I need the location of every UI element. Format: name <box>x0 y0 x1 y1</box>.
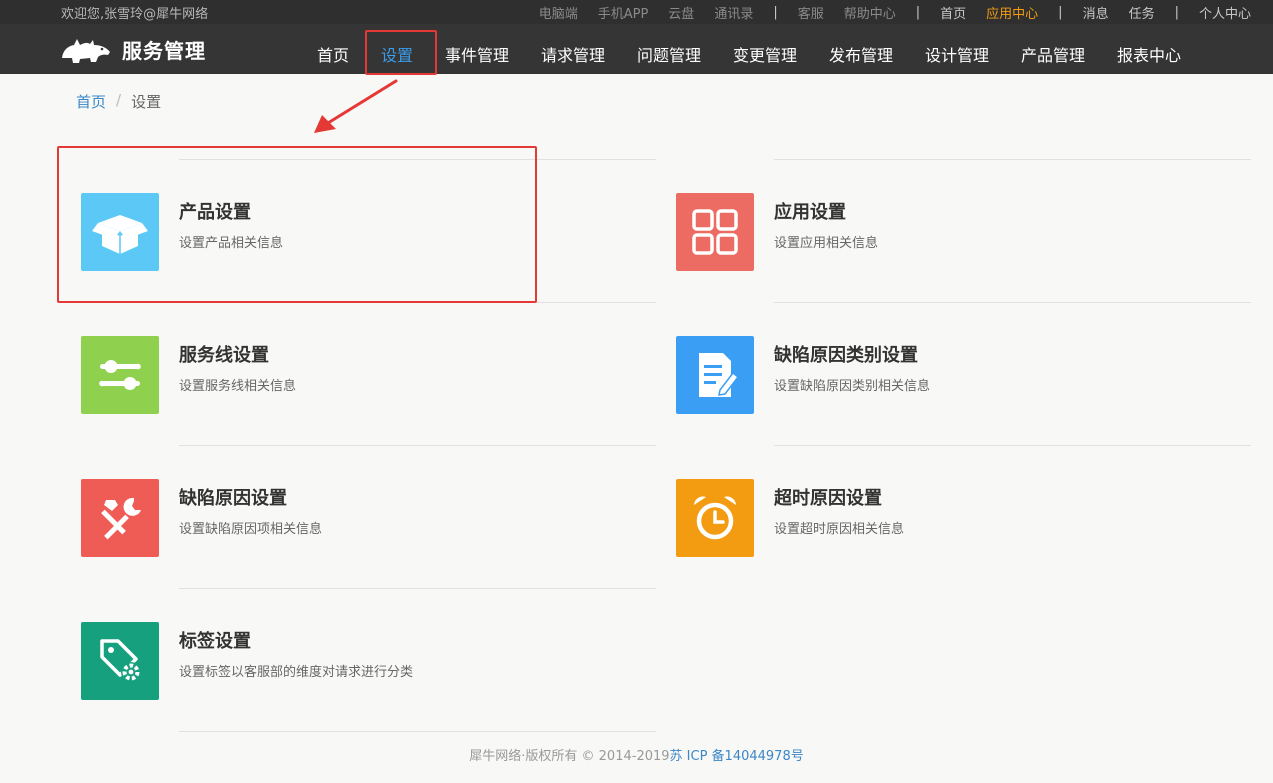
divider <box>774 302 1251 303</box>
settings-card-defect-cause[interactable]: 缺陷原因设置 设置缺陷原因项相关信息 <box>81 445 681 579</box>
main-navbar: 服务管理 首页 设置 事件管理 请求管理 问题管理 变更管理 发布管理 设计管理… <box>0 24 1273 74</box>
top-link-messages[interactable]: 消息 <box>1083 3 1109 22</box>
breadcrumb-current: 设置 <box>131 93 162 111</box>
box-icon <box>92 215 148 254</box>
top-link-mobile-app[interactable]: 手机APP <box>598 3 649 22</box>
top-separator: | <box>915 5 921 20</box>
defect-cause-settings-tile[interactable] <box>81 479 159 557</box>
divider <box>179 445 656 446</box>
settings-card-product[interactable]: 产品设置 设置产品相关信息 <box>81 159 681 293</box>
nav-item-product-management[interactable]: 产品管理 <box>1021 42 1085 66</box>
welcome-text: 欢迎您,张雪玲@犀牛网络 <box>61 7 209 22</box>
divider <box>774 445 1251 446</box>
rhino-logo-icon <box>62 38 110 63</box>
card-title: 服务线设置 <box>179 345 269 366</box>
sliders-icon <box>99 360 141 390</box>
divider <box>179 588 656 589</box>
nav-item-request-management[interactable]: 请求管理 <box>541 42 605 66</box>
card-title: 缺陷原因设置 <box>179 488 287 509</box>
settings-card-defect-cause-category[interactable]: 缺陷原因类别设置 设置缺陷原因类别相关信息 <box>676 302 1273 436</box>
card-title: 标签设置 <box>179 631 251 652</box>
nav-item-problem-management[interactable]: 问题管理 <box>637 42 701 66</box>
card-description: 设置缺陷原因项相关信息 <box>179 522 323 537</box>
nav-item-incident-management[interactable]: 事件管理 <box>445 42 509 66</box>
nav-item-home[interactable]: 首页 <box>317 42 349 66</box>
grid-icon <box>692 209 738 255</box>
product-settings-tile[interactable] <box>81 193 159 271</box>
top-link-help-center[interactable]: 帮助中心 <box>844 3 896 22</box>
alarm-clock-icon <box>694 496 736 540</box>
app-title: 服务管理 <box>122 39 206 63</box>
card-title: 缺陷原因类别设置 <box>774 345 918 366</box>
nav-item-settings[interactable]: 设置 <box>381 42 413 66</box>
divider <box>179 731 656 732</box>
card-title: 应用设置 <box>774 202 846 223</box>
divider <box>774 159 1251 160</box>
top-link-pc[interactable]: 电脑端 <box>539 3 578 22</box>
annotation-arrow-icon <box>314 79 398 133</box>
nav-item-change-management[interactable]: 变更管理 <box>733 42 797 66</box>
footer-copyright: 犀牛网络·版权所有 © 2014-2019 <box>469 749 670 764</box>
logo[interactable]: 服务管理 <box>60 35 206 64</box>
card-description: 设置应用相关信息 <box>774 236 879 251</box>
breadcrumb: 首页 / 设置 <box>76 91 161 112</box>
settings-card-application[interactable]: 应用设置 设置应用相关信息 <box>676 159 1273 293</box>
card-description: 设置标签以客服部的维度对请求进行分类 <box>179 665 414 680</box>
top-separator: | <box>773 5 778 20</box>
settings-card-service-line[interactable]: 服务线设置 设置服务线相关信息 <box>81 302 681 436</box>
application-settings-tile[interactable] <box>676 193 754 271</box>
document-edit-icon <box>699 353 740 397</box>
tag-settings-icon <box>100 639 141 682</box>
tag-settings-tile[interactable] <box>81 622 159 700</box>
top-utility-bar: 欢迎您,张雪玲@犀牛网络 电脑端 手机APP 云盘 通讯录 | 客服 帮助中心 … <box>0 0 1273 24</box>
top-separator: | <box>1058 5 1063 20</box>
service-line-settings-tile[interactable] <box>81 336 159 414</box>
footer: 犀牛网络·版权所有 © 2014-2019苏 ICP 备14044978号 <box>0 745 1273 764</box>
card-title: 产品设置 <box>179 202 251 223</box>
top-link-tasks[interactable]: 任务 <box>1129 3 1155 22</box>
top-links: 电脑端 手机APP 云盘 通讯录 | 客服 帮助中心 | 首页 应用中心 | 消… <box>519 3 1251 22</box>
breadcrumb-separator: / <box>116 91 122 109</box>
settings-card-timeout-cause[interactable]: 超时原因设置 设置超时原因相关信息 <box>676 445 1273 579</box>
card-title: 超时原因设置 <box>774 488 882 509</box>
nav-item-release-management[interactable]: 发布管理 <box>829 42 893 66</box>
top-link-app-center[interactable]: 应用中心 <box>986 3 1038 22</box>
footer-icp-link[interactable]: 苏 ICP 备14044978号 <box>670 749 804 764</box>
nav-item-design-management[interactable]: 设计管理 <box>925 42 989 66</box>
card-description: 设置超时原因相关信息 <box>774 522 905 537</box>
divider <box>179 302 656 303</box>
defect-cause-category-settings-tile[interactable] <box>676 336 754 414</box>
nav-item-report-center[interactable]: 报表中心 <box>1117 42 1181 66</box>
settings-card-tag[interactable]: 标签设置 设置标签以客服部的维度对请求进行分类 <box>81 588 681 722</box>
card-description: 设置产品相关信息 <box>179 236 284 251</box>
top-link-personal-center[interactable]: 个人中心 <box>1199 3 1251 22</box>
top-separator: | <box>1174 5 1179 20</box>
card-description: 设置服务线相关信息 <box>179 379 297 394</box>
top-link-contacts[interactable]: 通讯录 <box>714 3 753 22</box>
top-link-home[interactable]: 首页 <box>940 3 966 22</box>
breadcrumb-home-link[interactable]: 首页 <box>76 91 106 112</box>
timeout-cause-settings-tile[interactable] <box>676 479 754 557</box>
top-link-customer-service[interactable]: 客服 <box>798 3 824 22</box>
card-description: 设置缺陷原因类别相关信息 <box>774 379 931 394</box>
top-link-cloud-disk[interactable]: 云盘 <box>668 3 694 22</box>
divider <box>179 159 656 160</box>
tools-icon <box>101 497 141 540</box>
